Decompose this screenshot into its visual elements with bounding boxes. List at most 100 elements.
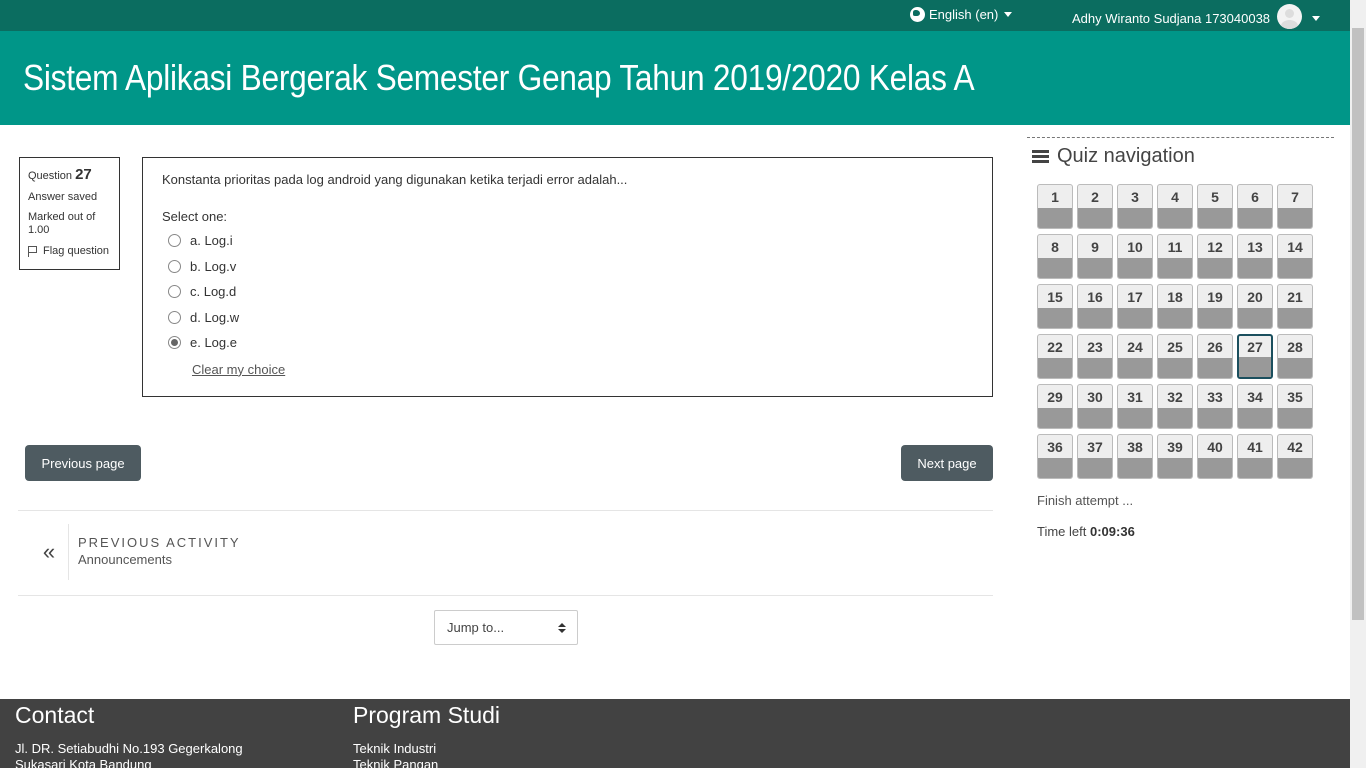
quiz-nav-button[interactable]: 24 <box>1117 334 1153 379</box>
quiz-nav-button[interactable]: 19 <box>1197 284 1233 329</box>
quiz-nav-number: 31 <box>1127 389 1143 405</box>
jump-to-select[interactable]: Jump to... <box>434 610 578 645</box>
question-marks: Marked out of 1.00 <box>28 211 96 237</box>
quiz-nav-button[interactable]: 3 <box>1117 184 1153 229</box>
footer-contact-line: Jl. DR. Setiabudhi No.193 Gegerkalong <box>15 741 243 756</box>
answered-indicator <box>1238 408 1272 428</box>
user-menu[interactable]: Adhy Wiranto Sudjana 173040038 <box>1072 4 1321 29</box>
quiz-nav-button[interactable]: 21 <box>1277 284 1313 329</box>
quiz-nav-button[interactable]: 30 <box>1077 384 1113 429</box>
quiz-nav-button[interactable]: 16 <box>1077 284 1113 329</box>
quiz-nav-button[interactable]: 23 <box>1077 334 1113 379</box>
quiz-nav-button[interactable]: 5 <box>1197 184 1233 229</box>
quiz-nav-button[interactable]: 13 <box>1237 234 1273 279</box>
answered-indicator <box>1158 358 1192 378</box>
flag-icon <box>28 245 38 257</box>
quiz-nav-button[interactable]: 31 <box>1117 384 1153 429</box>
quiz-nav-button[interactable]: 14 <box>1277 234 1313 279</box>
previous-page-button[interactable]: Previous page <box>25 445 141 481</box>
quiz-nav-button[interactable]: 11 <box>1157 234 1193 279</box>
previous-activity-link[interactable]: « PREVIOUS ACTIVITY Announcements <box>30 524 330 580</box>
quiz-nav-button[interactable]: 39 <box>1157 434 1193 479</box>
footer-program-link[interactable]: Teknik Industri <box>353 741 500 757</box>
quiz-navigation-header: Quiz navigation <box>1032 145 1195 168</box>
radio-button[interactable] <box>168 336 181 350</box>
quiz-nav-button[interactable]: 20 <box>1237 284 1273 329</box>
quiz-nav-button[interactable]: 10 <box>1117 234 1153 279</box>
quiz-nav-number: 2 <box>1091 189 1099 205</box>
quiz-nav-button[interactable]: 25 <box>1157 334 1193 379</box>
quiz-nav-button[interactable]: 37 <box>1077 434 1113 479</box>
radio-button[interactable] <box>168 234 181 248</box>
previous-activity-label: PREVIOUS ACTIVITY <box>78 535 241 550</box>
quiz-nav-button[interactable]: 12 <box>1197 234 1233 279</box>
quiz-nav-number: 17 <box>1127 289 1143 305</box>
answer-option-label: a. Log.i <box>190 233 233 249</box>
answered-indicator <box>1038 258 1072 278</box>
quiz-nav-number: 14 <box>1287 239 1303 255</box>
quiz-nav-button[interactable]: 4 <box>1157 184 1193 229</box>
time-left: Time left 0:09:36 <box>1037 524 1135 539</box>
quiz-nav-button[interactable]: 36 <box>1037 434 1073 479</box>
quiz-nav-number: 41 <box>1247 439 1263 455</box>
vertical-scrollbar[interactable] <box>1350 0 1366 768</box>
quiz-nav-number: 3 <box>1131 189 1139 205</box>
answer-option[interactable]: d. Log.w <box>162 305 992 331</box>
radio-button[interactable] <box>168 310 181 324</box>
quiz-nav-button[interactable]: 18 <box>1157 284 1193 329</box>
quiz-nav-button[interactable]: 15 <box>1037 284 1073 329</box>
quiz-nav-button[interactable]: 28 <box>1277 334 1313 379</box>
clear-choice-link[interactable]: Clear my choice <box>192 362 285 377</box>
quiz-nav-button[interactable]: 33 <box>1197 384 1233 429</box>
quiz-nav-button[interactable]: 29 <box>1037 384 1073 429</box>
flag-question-label: Flag question <box>43 244 110 257</box>
flag-question-button[interactable]: Flag question <box>28 245 119 258</box>
radio-button[interactable] <box>168 285 181 299</box>
quiz-nav-button[interactable]: 41 <box>1237 434 1273 479</box>
quiz-nav-button[interactable]: 27 <box>1237 334 1273 379</box>
answer-option[interactable]: c. Log.d <box>162 279 992 305</box>
quiz-nav-number: 29 <box>1047 389 1063 405</box>
footer: Contact Jl. DR. Setiabudhi No.193 Gegerk… <box>0 699 1350 768</box>
answer-option[interactable]: e. Log.e <box>162 330 992 356</box>
quiz-nav-button[interactable]: 17 <box>1117 284 1153 329</box>
scrollbar-thumb[interactable] <box>1352 28 1364 620</box>
quiz-nav-button[interactable]: 1 <box>1037 184 1073 229</box>
answered-indicator <box>1038 358 1072 378</box>
quiz-nav-button[interactable]: 40 <box>1197 434 1233 479</box>
quiz-nav-button[interactable]: 8 <box>1037 234 1073 279</box>
quiz-nav-button[interactable]: 38 <box>1117 434 1153 479</box>
footer-contact-title: Contact <box>15 702 95 728</box>
quiz-nav-button[interactable]: 34 <box>1237 384 1273 429</box>
answer-option[interactable]: a. Log.i <box>162 228 992 254</box>
answered-indicator <box>1278 258 1312 278</box>
question-info: Question 27 Answer saved Marked out of 1… <box>19 157 120 270</box>
radio-button[interactable] <box>168 259 181 273</box>
divider <box>18 510 993 511</box>
quiz-nav-button[interactable]: 7 <box>1277 184 1313 229</box>
quiz-nav-button[interactable]: 22 <box>1037 334 1073 379</box>
quiz-nav-button[interactable]: 6 <box>1237 184 1273 229</box>
avatar <box>1277 4 1303 29</box>
quiz-nav-number: 27 <box>1247 339 1263 355</box>
quiz-nav-button[interactable]: 35 <box>1277 384 1313 429</box>
language-menu[interactable]: English (en) <box>910 7 1013 22</box>
time-left-label: Time left <box>1037 524 1087 539</box>
quiz-nav-button[interactable]: 32 <box>1157 384 1193 429</box>
quiz-nav-button[interactable]: 9 <box>1077 234 1113 279</box>
quiz-nav-button[interactable]: 26 <box>1197 334 1233 379</box>
quiz-nav-button[interactable]: 42 <box>1277 434 1313 479</box>
next-page-button[interactable]: Next page <box>901 445 993 481</box>
quiz-nav-number: 13 <box>1247 239 1263 255</box>
finish-attempt-link[interactable]: Finish attempt ... <box>1037 493 1133 508</box>
answered-indicator <box>1278 208 1312 228</box>
quiz-nav-button[interactable]: 2 <box>1077 184 1113 229</box>
quiz-nav-number: 23 <box>1087 339 1103 355</box>
quiz-nav-number: 9 <box>1091 239 1099 255</box>
answer-option-label: b. Log.v <box>190 258 237 274</box>
answered-indicator <box>1198 358 1232 378</box>
answered-indicator <box>1158 208 1192 228</box>
answered-indicator <box>1238 458 1272 478</box>
answer-option[interactable]: b. Log.v <box>162 254 992 280</box>
footer-program-link[interactable]: Teknik Pangan <box>353 757 500 768</box>
